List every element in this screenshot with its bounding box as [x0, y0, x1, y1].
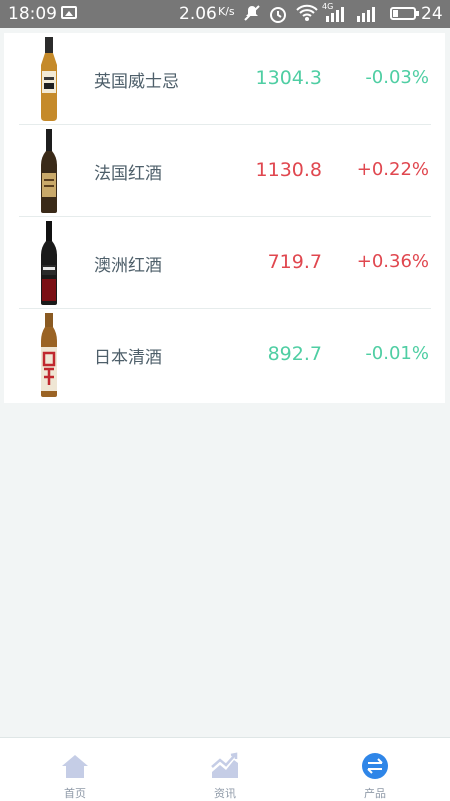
chart-icon	[211, 752, 238, 778]
wine-bottle-image	[41, 129, 57, 213]
whisky-bottle-image	[41, 37, 57, 121]
product-change: +0.22%	[356, 159, 429, 180]
status-time: 18:09	[8, 4, 57, 24]
battery-level: 24	[421, 4, 443, 24]
wifi-icon	[296, 4, 318, 26]
image-icon	[61, 6, 77, 19]
product-list: 英国威士忌 1304.3 -0.03% 法国红酒 1130.8 +0.22% 澳…	[4, 33, 445, 403]
mute-icon	[243, 4, 261, 26]
alarm-icon	[268, 4, 288, 28]
nav-home[interactable]: 首页	[0, 738, 150, 801]
home-icon	[62, 755, 88, 778]
product-row-uk-whisky[interactable]: 英国威士忌 1304.3 -0.03%	[19, 33, 431, 125]
product-name: 英国威士忌	[94, 72, 179, 92]
product-change: -0.03%	[365, 67, 429, 88]
product-price: 892.7	[267, 343, 322, 365]
wine-bottle-image	[41, 221, 57, 305]
battery-icon	[390, 7, 419, 20]
product-name: 法国红酒	[94, 164, 162, 184]
product-row-australian-wine[interactable]: 澳洲红酒 719.7 +0.36%	[19, 217, 431, 309]
product-price: 1130.8	[255, 159, 322, 181]
exchange-icon	[362, 753, 388, 779]
bottom-nav: 首页 资讯 产品	[0, 737, 450, 801]
product-row-french-wine[interactable]: 法国红酒 1130.8 +0.22%	[19, 125, 431, 217]
network-speed: 2.06	[179, 4, 217, 24]
nav-news[interactable]: 资讯	[150, 738, 300, 801]
signal-icon	[324, 6, 348, 26]
signal-icon	[355, 6, 379, 26]
product-row-japanese-sake[interactable]: 日本清酒 892.7 -0.01%	[19, 309, 431, 401]
network-speed-unit: K/s	[218, 5, 235, 18]
nav-news-label: 资讯	[214, 787, 236, 800]
product-price: 719.7	[267, 251, 322, 273]
product-price: 1304.3	[255, 67, 322, 89]
product-name: 日本清酒	[94, 348, 162, 368]
product-name: 澳洲红酒	[94, 256, 162, 276]
product-change: +0.36%	[356, 251, 429, 272]
status-bar: 18:09 2.06 K/s 4G 24	[0, 0, 450, 28]
nav-products-label: 产品	[364, 787, 386, 800]
product-change: -0.01%	[365, 343, 429, 364]
nav-products[interactable]: 产品	[300, 738, 450, 801]
sake-bottle-image	[41, 313, 57, 397]
nav-home-label: 首页	[64, 787, 86, 800]
